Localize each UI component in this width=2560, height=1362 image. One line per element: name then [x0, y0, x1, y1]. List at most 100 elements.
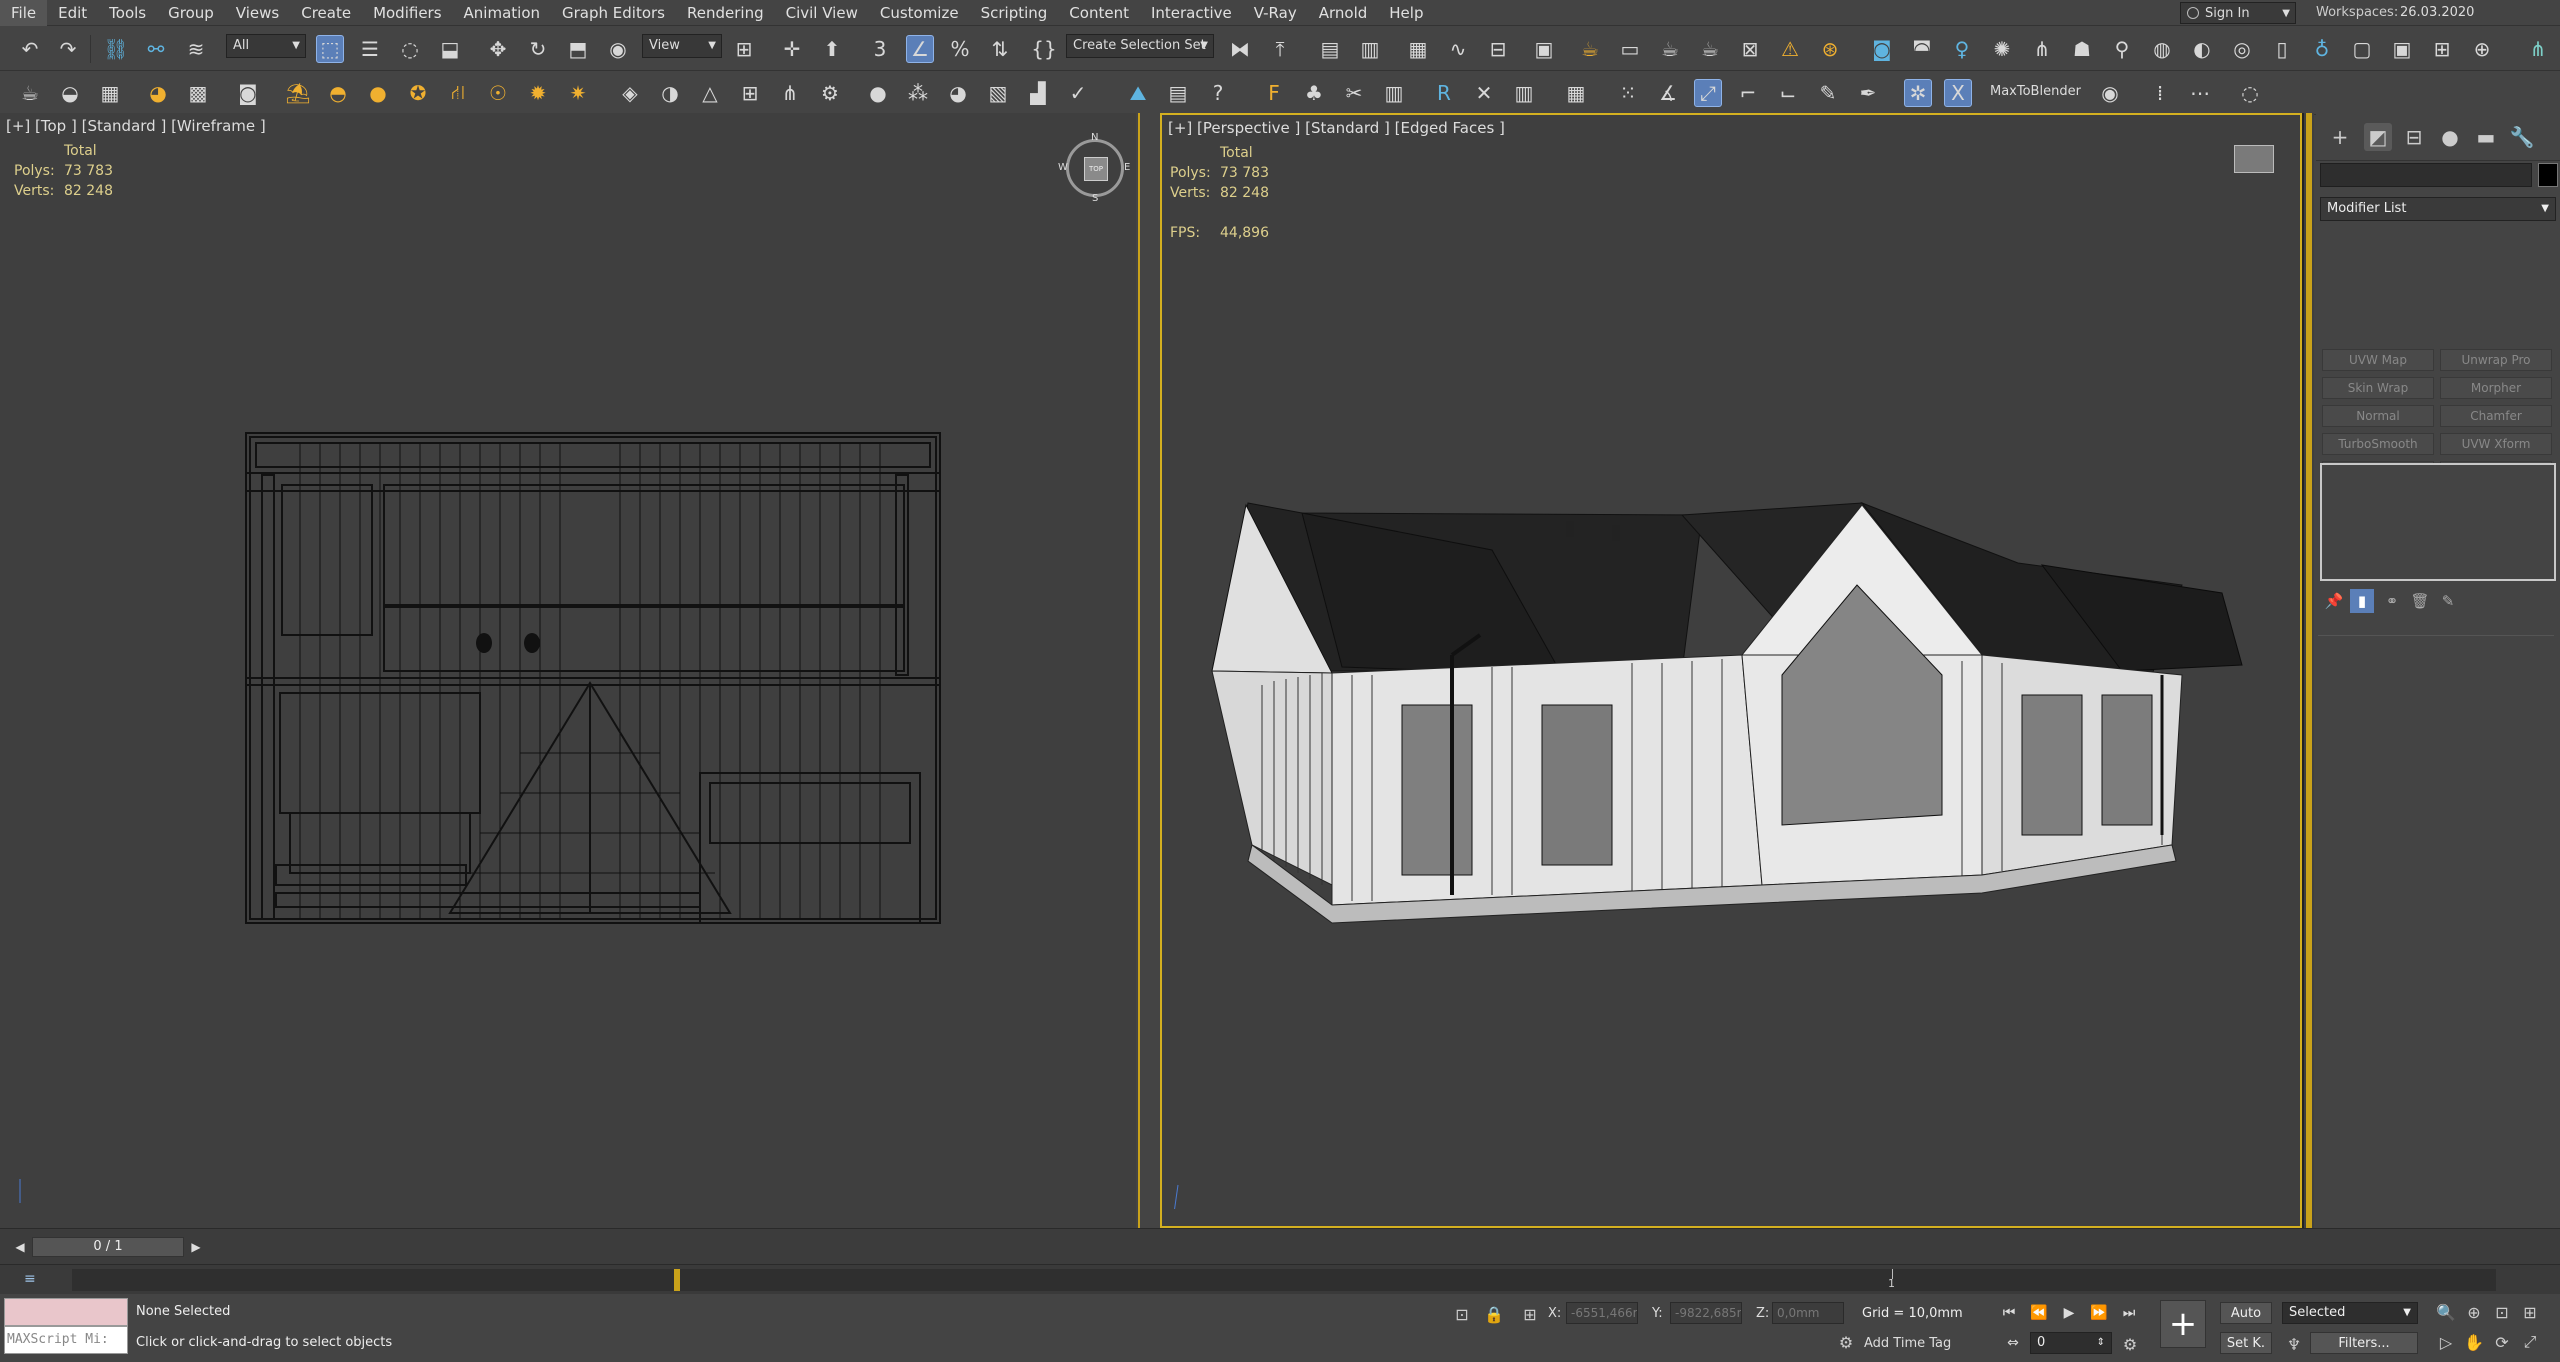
arnold-spot-light-icon[interactable]: ⛙	[444, 79, 472, 107]
help-icon[interactable]: ?	[1204, 79, 1232, 107]
modifier-stack[interactable]	[2320, 463, 2556, 581]
hierarchy-tab-icon[interactable]: ⊟	[2400, 123, 2428, 151]
table-icon[interactable]: ▥	[1380, 79, 1408, 107]
tools-icon[interactable]: ✂	[1340, 79, 1368, 107]
vray-book-icon[interactable]: ▯	[2268, 35, 2296, 63]
snaps-toggle-icon[interactable]: 3	[866, 35, 894, 63]
menu-tools[interactable]: Tools	[98, 0, 157, 26]
next-frame-icon[interactable]: ▶	[186, 1237, 206, 1257]
measure-icon[interactable]: ⤢	[1694, 79, 1722, 107]
object-paint-icon[interactable]: ▟	[1024, 79, 1052, 107]
vray-warning-icon[interactable]: ⚠	[1776, 35, 1804, 63]
move-icon[interactable]: ✥	[484, 35, 512, 63]
vray-frame-buffer-icon[interactable]: ⊠	[1736, 35, 1764, 63]
selection-region-icon[interactable]: ◌	[396, 35, 424, 63]
toolbar-overflow-icon[interactable]: ⋔	[2524, 35, 2552, 63]
mini-curve-editor-icon[interactable]: ≡	[24, 1271, 36, 1287]
maximize-viewport-icon[interactable]: ⤢	[2518, 1330, 2542, 1354]
object-color-swatch[interactable]	[2538, 163, 2558, 187]
reference-coordinate-dropdown[interactable]: View ▼	[642, 34, 722, 58]
previous-key-icon[interactable]: ⏪	[2028, 1302, 2050, 1324]
select-manipulate-icon[interactable]: ✛	[778, 35, 806, 63]
vray-sun-icon[interactable]: ✺	[1988, 35, 2016, 63]
vray-light-icon[interactable]: ♀	[1948, 35, 1976, 63]
railclone-icon[interactable]: R	[1430, 79, 1458, 107]
current-frame-field[interactable]: 0 ⇕	[2030, 1332, 2112, 1354]
blender-logo-icon[interactable]: ◉	[2096, 79, 2124, 107]
previous-frame-icon[interactable]: ◀	[10, 1237, 30, 1257]
time-slider[interactable]: 0 / 1	[32, 1237, 184, 1257]
unlink-icon[interactable]: ⚯	[142, 35, 170, 63]
select-by-name-icon[interactable]: ☰	[356, 35, 384, 63]
menu-rendering[interactable]: Rendering	[676, 0, 775, 26]
toggle-ribbon-icon[interactable]: ▦	[1404, 35, 1432, 63]
vray-decal-icon[interactable]: ▢	[2348, 35, 2376, 63]
modify-tab-icon[interactable]: ◩	[2364, 123, 2392, 151]
render-production-icon[interactable]: ☕	[1656, 35, 1684, 63]
menu-content[interactable]: Content	[1058, 0, 1140, 26]
selection-lock-icon[interactable]: 🔒	[1482, 1302, 1506, 1326]
undo-icon[interactable]: ↶	[16, 35, 44, 63]
go-to-end-icon[interactable]: ⏭	[2118, 1302, 2140, 1324]
track-bar-timeline[interactable]	[72, 1269, 2496, 1291]
mirror-icon[interactable]: ⧓	[1226, 35, 1254, 63]
menu-v-ray[interactable]: V-Ray	[1243, 0, 1308, 26]
named-selection-set-dropdown[interactable]: Create Selection Set ▼	[1066, 34, 1214, 58]
sphere-icon[interactable]: ◑	[656, 79, 684, 107]
orbit-icon[interactable]: ⟳	[2490, 1330, 2514, 1354]
vray-mesh-export-icon[interactable]: ◐	[2188, 35, 2216, 63]
box-icon[interactable]: ◈	[616, 79, 644, 107]
menu-graph-editors[interactable]: Graph Editors	[551, 0, 676, 26]
spinner-snap-icon[interactable]: ⇅	[986, 35, 1014, 63]
tree-icon[interactable]: ♣	[1300, 79, 1328, 107]
railclone-table-icon[interactable]: ▥	[1510, 79, 1538, 107]
maxscript-input[interactable]: MAXScript Mi:	[4, 1326, 128, 1354]
brush-icon[interactable]: ✎	[1814, 79, 1842, 107]
field-of-view-icon[interactable]: ▷	[2434, 1330, 2458, 1354]
multi-material-icon[interactable]: ⁂	[904, 79, 932, 107]
redo-icon[interactable]: ↷	[54, 35, 82, 63]
pivot-center-icon[interactable]: ⊞	[730, 35, 758, 63]
select-object-icon[interactable]: ⬚	[316, 35, 344, 63]
render-setup-icon[interactable]: ☕	[1576, 35, 1604, 63]
menu-group[interactable]: Group	[157, 0, 225, 26]
railclone-tools-icon[interactable]: ✕	[1470, 79, 1498, 107]
viewport-divider[interactable]	[1136, 113, 1160, 1228]
arnold-skydome-icon[interactable]: ⛱	[284, 79, 312, 107]
motion-tab-icon[interactable]: ●	[2436, 123, 2464, 151]
add-time-tag[interactable]: Add Time Tag	[1864, 1336, 1951, 1351]
texture-icon[interactable]: ▧	[984, 79, 1012, 107]
rendered-frame-window-icon[interactable]: ▭	[1616, 35, 1644, 63]
scene-explorer-icon[interactable]: ▤	[1316, 35, 1344, 63]
pin-stack-icon[interactable]: 📌	[2322, 589, 2346, 613]
vray-proxy-icon[interactable]: ☗	[2068, 35, 2096, 63]
grid-snap-icon[interactable]: ⁙	[1614, 79, 1642, 107]
dashed-circle-icon[interactable]: ◌	[2236, 79, 2264, 107]
scatter-icon[interactable]: ⚙	[816, 79, 844, 107]
maxscript-listener[interactable]: MAXScript Mi:	[4, 1298, 128, 1358]
vray-scene-icon[interactable]: ◎	[2228, 35, 2256, 63]
configure-modifier-sets-icon[interactable]: ✎	[2436, 589, 2460, 613]
set-key-mode-button[interactable]: Set K.	[2220, 1332, 2272, 1354]
modifier-button-chamfer[interactable]: Chamfer	[2440, 405, 2552, 427]
modifier-button-normal[interactable]: Normal	[2322, 405, 2434, 427]
menu-help[interactable]: Help	[1378, 0, 1434, 26]
checker-icon[interactable]: ▦	[1562, 79, 1590, 107]
material-editor-icon[interactable]: ▣	[1530, 35, 1558, 63]
selection-filter-dropdown[interactable]: All ▼	[226, 34, 306, 58]
arnold-dome-icon[interactable]: ◓	[324, 79, 352, 107]
key-filters-icon[interactable]: ♆	[2282, 1332, 2306, 1356]
percent-snap-icon[interactable]: %	[946, 35, 974, 63]
vray-multi-material-icon[interactable]: ▩	[184, 79, 212, 107]
set-key-button[interactable]: +	[2160, 1300, 2206, 1348]
palette-icon[interactable]: ◕	[944, 79, 972, 107]
modifier-button-uvw-xform[interactable]: UVW Xform	[2440, 433, 2552, 455]
arnold-sun-icon[interactable]: ✹	[524, 79, 552, 107]
material-icon[interactable]: ⊞	[736, 79, 764, 107]
modifier-button-uvw-map[interactable]: UVW Map	[2322, 349, 2434, 371]
maxtoblender-button[interactable]: MaxToBlender	[1990, 84, 2081, 99]
modifier-button-turbosmooth[interactable]: TurboSmooth	[2322, 433, 2434, 455]
angle-snap-icon[interactable]: ∠	[906, 35, 934, 63]
layer-explorer-icon[interactable]: ▥	[1356, 35, 1384, 63]
time-config-icon[interactable]: ⇔	[2002, 1332, 2024, 1354]
